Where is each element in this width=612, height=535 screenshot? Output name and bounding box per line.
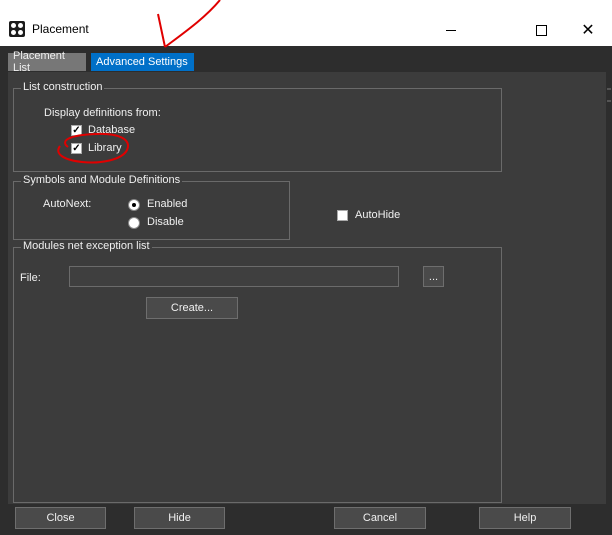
library-checkbox[interactable]: ✓	[71, 143, 82, 154]
database-checkbox[interactable]: ✓	[71, 125, 82, 136]
hide-button[interactable]: Hide	[134, 507, 225, 529]
minimize-button[interactable]	[428, 14, 474, 46]
modules-group: Modules net exception list File: ... Cre…	[13, 240, 502, 503]
title-bar: Placement ✕	[0, 0, 612, 46]
symbols-group-label: Symbols and Module Definitions	[21, 174, 183, 186]
autohide-label: AutoHide	[355, 209, 401, 221]
disable-label: Disable	[147, 216, 184, 228]
app-icon	[9, 21, 25, 37]
database-label: Database	[88, 124, 136, 136]
dialog-body: Placement List Advanced Settings List co…	[0, 46, 612, 535]
close-icon: ✕	[581, 22, 595, 39]
modules-group-label: Modules net exception list	[21, 240, 152, 252]
help-button[interactable]: Help	[479, 507, 571, 529]
scroll-indicator	[607, 88, 611, 90]
list-construction-label: List construction	[21, 81, 105, 93]
maximize-icon	[535, 24, 547, 36]
library-label: Library	[88, 142, 122, 154]
disable-radio[interactable]	[128, 217, 140, 229]
window-title: Placement	[32, 22, 89, 36]
tab-advanced-settings[interactable]: Advanced Settings	[91, 53, 194, 71]
symbols-group: Symbols and Module Definitions AutoNext:…	[13, 174, 290, 240]
tab-placement-list[interactable]: Placement List	[8, 50, 86, 74]
list-construction-group: List construction Display definitions fr…	[13, 81, 502, 172]
file-input[interactable]	[69, 266, 399, 287]
enabled-radio[interactable]	[128, 199, 140, 211]
cancel-button[interactable]: Cancel	[334, 507, 426, 529]
tab-panel: List construction Display definitions fr…	[8, 72, 606, 504]
file-label: File:	[20, 272, 41, 284]
minimize-icon	[446, 29, 456, 31]
maximize-button[interactable]	[518, 14, 564, 46]
autohide-checkbox[interactable]	[337, 210, 348, 221]
autonext-label: AutoNext:	[43, 198, 92, 210]
close-button[interactable]: Close	[15, 507, 106, 529]
browse-button[interactable]: ...	[423, 266, 444, 287]
enabled-label: Enabled	[147, 198, 188, 210]
scroll-indicator	[607, 100, 611, 102]
create-button[interactable]: Create...	[146, 297, 238, 319]
display-definitions-label: Display definitions from:	[44, 107, 161, 119]
close-window-button[interactable]: ✕	[565, 14, 611, 46]
